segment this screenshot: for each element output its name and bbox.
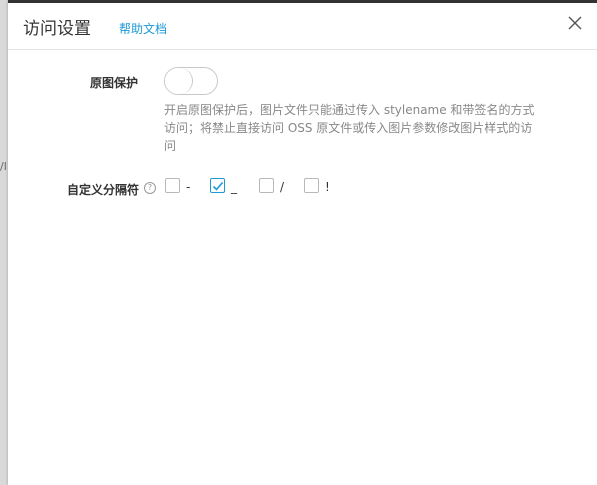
toggle-knob [165,68,193,94]
settings-dialog: 访问设置 帮助文档 原图保护 开启原图保护后，图片文件只能通过传入 stylen… [8,0,597,485]
help-docs-link[interactable]: 帮助文档 [119,20,167,37]
separator-option-label: _ [231,180,237,194]
question-circle-icon[interactable]: ? [144,182,156,194]
checkbox[interactable] [165,178,180,193]
original-protection-label: 原图保护 [90,76,139,90]
close-button[interactable] [567,15,583,31]
backdrop-text-fragment: /l [0,160,7,173]
backdrop: /l [0,0,8,485]
checkbox[interactable] [259,178,274,193]
separator-option-label: ! [325,180,330,194]
separator-option-label: / [280,180,285,194]
separator-option-label: - [186,180,191,194]
checkmark-icon [212,181,224,191]
original-protection-toggle[interactable] [164,67,218,95]
separator-label: 自定义分隔符 [67,183,140,197]
dialog-header: 访问设置 帮助文档 [8,3,597,50]
original-protection-description: 开启原图保护后，图片文件只能通过传入 stylename 和带签名的方式访问；将… [164,103,535,153]
dialog-title: 访问设置 [23,19,91,39]
checkbox-checked[interactable] [210,178,225,193]
checkbox[interactable] [304,178,319,193]
close-icon [568,16,582,30]
